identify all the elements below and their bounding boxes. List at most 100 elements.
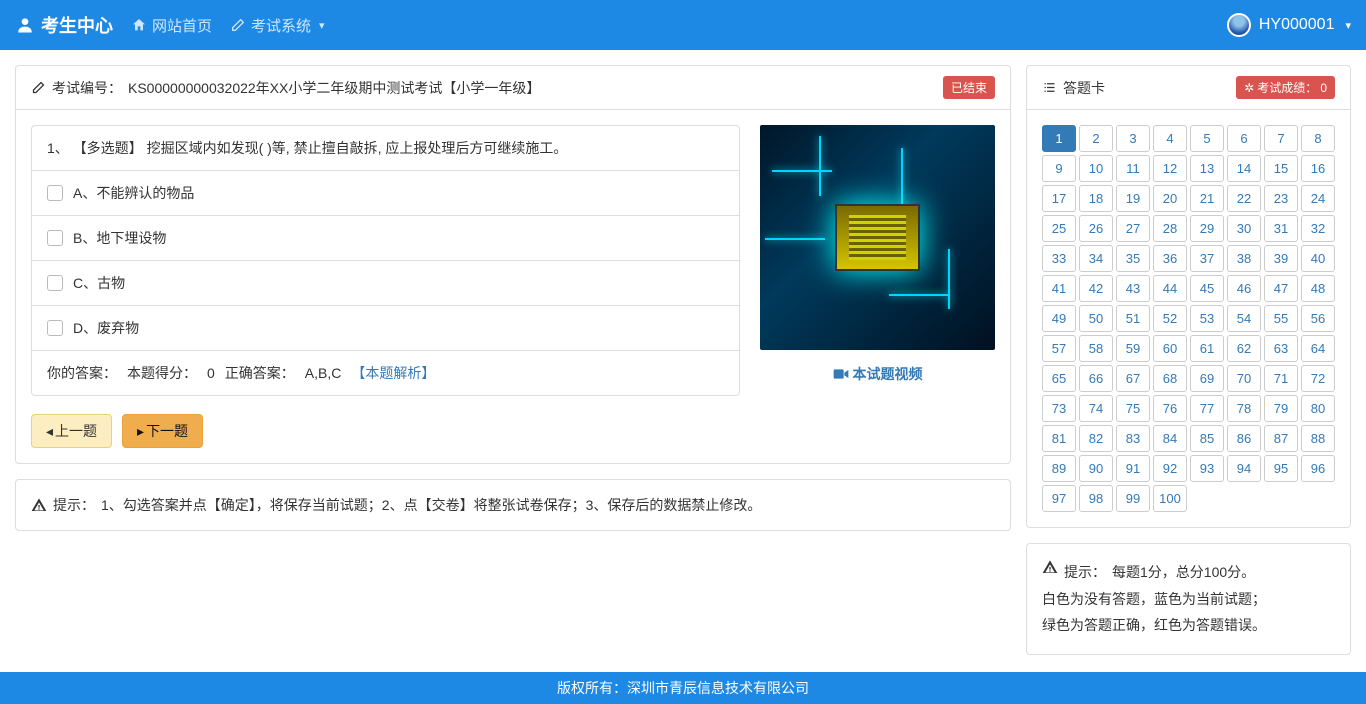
answer-cell[interactable]: 28	[1153, 215, 1187, 242]
answer-cell[interactable]: 38	[1227, 245, 1261, 272]
answer-cell[interactable]: 69	[1190, 365, 1224, 392]
answer-cell[interactable]: 44	[1153, 275, 1187, 302]
answer-cell[interactable]: 68	[1153, 365, 1187, 392]
answer-cell[interactable]: 49	[1042, 305, 1076, 332]
answer-cell[interactable]: 46	[1227, 275, 1261, 302]
checkbox-d[interactable]	[47, 320, 63, 336]
answer-cell[interactable]: 31	[1264, 215, 1298, 242]
checkbox-b[interactable]	[47, 230, 63, 246]
answer-cell[interactable]: 37	[1190, 245, 1224, 272]
navbar-brand[interactable]: 考生中心	[15, 12, 113, 38]
checkbox-c[interactable]	[47, 275, 63, 291]
answer-cell[interactable]: 25	[1042, 215, 1076, 242]
answer-cell[interactable]: 59	[1116, 335, 1150, 362]
answer-cell[interactable]: 72	[1301, 365, 1335, 392]
answer-cell[interactable]: 14	[1227, 155, 1261, 182]
answer-cell[interactable]: 71	[1264, 365, 1298, 392]
answer-cell[interactable]: 6	[1227, 125, 1261, 152]
answer-cell[interactable]: 98	[1079, 485, 1113, 512]
answer-cell[interactable]: 76	[1153, 395, 1187, 422]
answer-cell[interactable]: 36	[1153, 245, 1187, 272]
answer-cell[interactable]: 78	[1227, 395, 1261, 422]
answer-cell[interactable]: 93	[1190, 455, 1224, 482]
answer-cell[interactable]: 73	[1042, 395, 1076, 422]
answer-cell[interactable]: 81	[1042, 425, 1076, 452]
answer-cell[interactable]: 87	[1264, 425, 1298, 452]
answer-cell[interactable]: 35	[1116, 245, 1150, 272]
answer-cell[interactable]: 52	[1153, 305, 1187, 332]
option-c[interactable]: C、古物	[32, 261, 739, 306]
answer-cell[interactable]: 32	[1301, 215, 1335, 242]
answer-cell[interactable]: 74	[1079, 395, 1113, 422]
user-menu[interactable]: HY000001	[1227, 13, 1351, 37]
answer-cell[interactable]: 19	[1116, 185, 1150, 212]
answer-cell[interactable]: 92	[1153, 455, 1187, 482]
next-button[interactable]: ▸ 下一题	[122, 414, 203, 448]
answer-cell[interactable]: 53	[1190, 305, 1224, 332]
answer-cell[interactable]: 2	[1079, 125, 1113, 152]
answer-cell[interactable]: 61	[1190, 335, 1224, 362]
answer-cell[interactable]: 29	[1190, 215, 1224, 242]
answer-cell[interactable]: 79	[1264, 395, 1298, 422]
answer-cell[interactable]: 55	[1264, 305, 1298, 332]
video-link[interactable]: 本试题视频	[833, 364, 923, 384]
answer-cell[interactable]: 30	[1227, 215, 1261, 242]
option-a[interactable]: A、不能辨认的物品	[32, 171, 739, 216]
answer-cell[interactable]: 65	[1042, 365, 1076, 392]
answer-cell[interactable]: 54	[1227, 305, 1261, 332]
answer-cell[interactable]: 77	[1190, 395, 1224, 422]
answer-cell[interactable]: 95	[1264, 455, 1298, 482]
answer-cell[interactable]: 100	[1153, 485, 1187, 512]
answer-cell[interactable]: 80	[1301, 395, 1335, 422]
answer-cell[interactable]: 84	[1153, 425, 1187, 452]
answer-cell[interactable]: 56	[1301, 305, 1335, 332]
answer-cell[interactable]: 22	[1227, 185, 1261, 212]
answer-cell[interactable]: 58	[1079, 335, 1113, 362]
answer-cell[interactable]: 20	[1153, 185, 1187, 212]
answer-cell[interactable]: 82	[1079, 425, 1113, 452]
answer-cell[interactable]: 40	[1301, 245, 1335, 272]
answer-cell[interactable]: 67	[1116, 365, 1150, 392]
answer-cell[interactable]: 41	[1042, 275, 1076, 302]
answer-cell[interactable]: 45	[1190, 275, 1224, 302]
answer-cell[interactable]: 33	[1042, 245, 1076, 272]
answer-cell[interactable]: 48	[1301, 275, 1335, 302]
answer-cell[interactable]: 75	[1116, 395, 1150, 422]
answer-cell[interactable]: 57	[1042, 335, 1076, 362]
answer-cell[interactable]: 51	[1116, 305, 1150, 332]
answer-cell[interactable]: 96	[1301, 455, 1335, 482]
answer-cell[interactable]: 16	[1301, 155, 1335, 182]
answer-cell[interactable]: 10	[1079, 155, 1113, 182]
answer-cell[interactable]: 13	[1190, 155, 1224, 182]
nav-exam-system[interactable]: 考试系统	[230, 15, 325, 36]
answer-cell[interactable]: 7	[1264, 125, 1298, 152]
answer-cell[interactable]: 43	[1116, 275, 1150, 302]
answer-cell[interactable]: 39	[1264, 245, 1298, 272]
answer-cell[interactable]: 89	[1042, 455, 1076, 482]
answer-cell[interactable]: 1	[1042, 125, 1076, 152]
prev-button[interactable]: ◂ 上一题	[31, 414, 112, 448]
answer-cell[interactable]: 18	[1079, 185, 1113, 212]
answer-cell[interactable]: 85	[1190, 425, 1224, 452]
option-d[interactable]: D、废弃物	[32, 306, 739, 351]
answer-cell[interactable]: 88	[1301, 425, 1335, 452]
nav-home[interactable]: 网站首页	[131, 15, 212, 36]
answer-cell[interactable]: 27	[1116, 215, 1150, 242]
answer-cell[interactable]: 11	[1116, 155, 1150, 182]
answer-cell[interactable]: 5	[1190, 125, 1224, 152]
answer-cell[interactable]: 50	[1079, 305, 1113, 332]
answer-cell[interactable]: 47	[1264, 275, 1298, 302]
answer-cell[interactable]: 8	[1301, 125, 1335, 152]
answer-cell[interactable]: 3	[1116, 125, 1150, 152]
answer-cell[interactable]: 24	[1301, 185, 1335, 212]
answer-cell[interactable]: 94	[1227, 455, 1261, 482]
answer-cell[interactable]: 34	[1079, 245, 1113, 272]
answer-cell[interactable]: 21	[1190, 185, 1224, 212]
analysis-link[interactable]: 【本题解析】	[351, 363, 435, 383]
answer-cell[interactable]: 23	[1264, 185, 1298, 212]
answer-cell[interactable]: 64	[1301, 335, 1335, 362]
answer-cell[interactable]: 62	[1227, 335, 1261, 362]
answer-cell[interactable]: 66	[1079, 365, 1113, 392]
answer-cell[interactable]: 63	[1264, 335, 1298, 362]
answer-cell[interactable]: 42	[1079, 275, 1113, 302]
